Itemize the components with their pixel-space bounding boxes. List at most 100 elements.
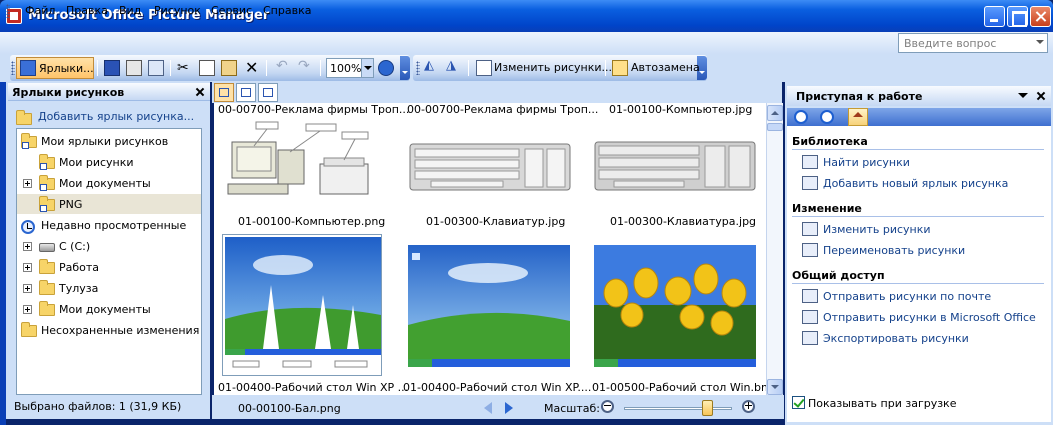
tree-item[interactable]: Недавно просмотренные <box>17 215 201 235</box>
shortcut-folder-icon <box>39 196 55 212</box>
maximize-button[interactable] <box>1007 6 1028 27</box>
shortcut-badge-icon <box>22 142 29 149</box>
tree-item[interactable]: Работа <box>17 257 201 277</box>
thumbnail-grid[interactable]: 00-00700-Реклама фирмы Троп... 00-00700-… <box>214 103 766 395</box>
task-link[interactable]: Добавить новый ярлык рисунка <box>823 177 1008 190</box>
redo-icon[interactable]: ↷ <box>298 58 310 74</box>
tree-item[interactable]: Тулуза <box>17 278 201 298</box>
zoom-in-icon[interactable] <box>742 400 755 413</box>
zoom-out-icon[interactable] <box>601 400 614 413</box>
forward-icon[interactable] <box>820 110 834 124</box>
expand-icon[interactable] <box>23 263 32 272</box>
thumbnail-view-button[interactable] <box>214 83 234 102</box>
delete-icon[interactable]: ✕ <box>245 58 258 77</box>
tree-item[interactable]: Мои документы <box>17 299 201 319</box>
tree-item[interactable]: PNG <box>17 194 201 214</box>
thumbnail-view-bar <box>212 82 782 103</box>
scroll-up-button[interactable] <box>767 105 783 121</box>
add-shortcut-link[interactable]: Добавить ярлык рисунка... <box>38 110 194 123</box>
thumbnail-winxp-annotated[interactable] <box>222 234 382 376</box>
tree-item[interactable]: Мои ярлыки рисунков <box>17 131 201 151</box>
task-link[interactable]: Переименовать рисунки <box>823 244 965 257</box>
minimize-button[interactable] <box>984 6 1005 27</box>
task-pane-menu-icon[interactable] <box>1018 93 1028 98</box>
menu-view[interactable]: Вид <box>119 4 141 17</box>
autocorrect-button[interactable]: Автозамена <box>631 61 700 74</box>
expand-icon[interactable] <box>23 242 32 251</box>
task-link[interactable]: Найти рисунки <box>823 156 910 169</box>
task-link[interactable]: Отправить рисунки в Microsoft Office <box>823 311 1036 324</box>
task-link[interactable]: Экспортировать рисунки <box>823 332 969 345</box>
mail-icon[interactable] <box>148 60 164 76</box>
zoom-combo[interactable]: 100% <box>326 58 374 78</box>
help-icon[interactable] <box>378 60 394 76</box>
show-on-startup-checkbox[interactable] <box>792 396 805 409</box>
copy-icon[interactable] <box>199 60 215 76</box>
thumbnail-caption: 00-00700-Реклама фирмы Троп... <box>218 103 410 116</box>
tree-item[interactable]: Мои рисунки <box>17 152 201 172</box>
menu-file[interactable]: Файл <box>25 4 55 17</box>
menu-edit[interactable]: Правка <box>66 4 108 17</box>
shortcuts-button[interactable]: Ярлыки... <box>16 57 94 79</box>
thumbnail-caption: 00-00700-Реклама фирмы Троп... <box>407 103 599 116</box>
help-search-placeholder: Введите вопрос <box>904 37 997 50</box>
zoom-slider-track[interactable] <box>624 407 732 410</box>
tree-item[interactable]: Мои документы <box>17 173 201 193</box>
expand-icon[interactable] <box>23 305 32 314</box>
mail-icon <box>802 289 818 303</box>
task-section-heading: Библиотека <box>792 135 868 148</box>
help-search-dropdown-icon[interactable] <box>1036 40 1044 44</box>
recent-icon <box>21 220 35 234</box>
rotate-left-icon[interactable]: ◭ <box>424 58 434 73</box>
selection-status: Выбрано файлов: 1 (31,9 КБ) <box>14 400 182 413</box>
expand-icon[interactable] <box>23 179 32 188</box>
back-icon[interactable] <box>794 110 808 124</box>
print-icon[interactable] <box>126 60 142 76</box>
task-link[interactable]: Изменить рисунки <box>823 223 931 236</box>
rotate-right-icon[interactable]: ◮ <box>446 58 456 73</box>
scroll-down-button[interactable] <box>767 379 783 395</box>
task-link[interactable]: Отправить рисунки по почте <box>823 290 991 303</box>
home-icon[interactable] <box>848 108 868 126</box>
shortcuts-pane-title: Ярлыки рисунков <box>12 86 125 99</box>
thumbnail-tulips[interactable] <box>594 245 756 367</box>
expand-icon[interactable] <box>23 284 32 293</box>
previous-picture-icon[interactable] <box>484 402 492 414</box>
folder-icon <box>39 301 55 316</box>
thumbnail-keyboard-1[interactable] <box>409 143 571 191</box>
thumbnail-scrollbar[interactable] <box>766 103 783 395</box>
zoom-dropdown-icon[interactable] <box>361 59 373 77</box>
single-view-button[interactable] <box>258 83 278 102</box>
next-picture-icon[interactable] <box>505 402 513 414</box>
zoom-slider-thumb[interactable] <box>702 400 714 416</box>
help-search-input[interactable]: Введите вопрос <box>898 33 1048 53</box>
tree-item[interactable]: Несохраненные изменения <box>17 320 201 340</box>
paste-icon[interactable] <box>221 60 237 76</box>
tree-item-label: Мои рисунки <box>59 156 134 169</box>
edit-pictures-button[interactable]: Изменить рисунки... <box>494 61 612 74</box>
save-icon[interactable] <box>104 60 120 76</box>
autocorrect-icon[interactable] <box>612 60 628 76</box>
shortcuts-pane-close-icon[interactable] <box>195 87 205 97</box>
undo-icon[interactable]: ↶ <box>276 58 288 74</box>
filmstrip-view-button[interactable] <box>236 83 256 102</box>
task-pane-title: Приступая к работе <box>796 90 923 103</box>
task-pane-close-icon[interactable] <box>1036 91 1046 101</box>
menu-tools[interactable]: Сервис <box>211 4 252 17</box>
menu-help[interactable]: Справка <box>263 4 311 17</box>
close-button[interactable] <box>1030 6 1051 27</box>
menu-grip-handle[interactable] <box>6 4 10 18</box>
toolbar-grip-handle[interactable] <box>11 61 15 75</box>
toolbar-options-icon[interactable] <box>400 56 410 80</box>
thumbnail-caption: 01-00100-Компьютер.jpg <box>609 103 753 116</box>
scrollbar-thumb[interactable] <box>767 123 783 131</box>
toolbar-grip-handle[interactable] <box>416 61 420 75</box>
thumbnail-keyboard-2[interactable] <box>594 141 756 191</box>
menu-picture[interactable]: Рисунок <box>154 4 201 17</box>
edit-pictures-icon[interactable] <box>476 60 492 76</box>
cut-icon[interactable]: ✂ <box>177 60 189 76</box>
tree-item[interactable]: C (C:) <box>17 236 201 256</box>
thumbnail-winxp[interactable] <box>408 245 570 367</box>
toolbar-separator <box>468 60 469 76</box>
thumbnail-computer-diagram[interactable] <box>220 120 382 208</box>
